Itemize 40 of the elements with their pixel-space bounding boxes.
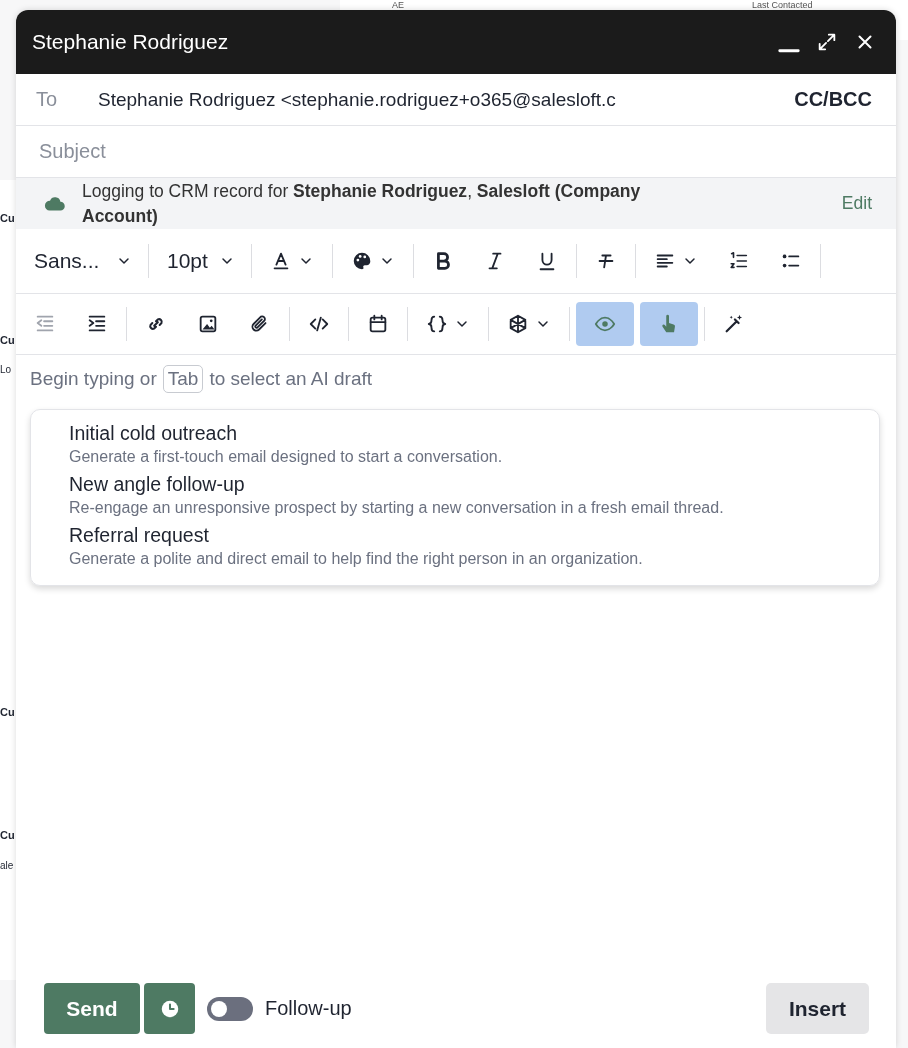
eye-toggle[interactable]	[576, 302, 634, 346]
list-text: Cu	[0, 334, 15, 346]
insert-button[interactable]: Insert	[766, 983, 869, 1034]
crm-notice: Logging to CRM record for Stephanie Rodriguez, Salesloft (Company Account)	[82, 179, 642, 228]
image-icon	[197, 313, 219, 335]
cube-icon	[507, 313, 529, 335]
expand-icon	[816, 31, 838, 53]
send-button[interactable]: Send	[44, 983, 140, 1034]
column-header: Last Contacted	[752, 0, 813, 10]
field-label: To	[36, 88, 59, 111]
cc-bcc-link[interactable]: CC/BCC	[794, 88, 872, 111]
prompt-text: to select an AI draft	[209, 368, 373, 390]
list-text: Cu	[0, 706, 15, 718]
size-dropdown[interactable]: 10pt	[155, 243, 245, 279]
draft-description: Generate a first-touch email designed to start a conversation.	[69, 448, 504, 466]
wand-icon	[723, 313, 745, 335]
draft-description: Re-engage an unresponsive prospect by starting a new conversation in a fresh email thread.	[69, 499, 725, 517]
draft-option[interactable]: Initial cold outreach	[69, 422, 879, 445]
pointer-toggle[interactable]	[640, 302, 698, 346]
list-text: Cu	[0, 829, 15, 841]
follow-up-switch[interactable]	[207, 996, 253, 1021]
switch-label: Follow-up	[265, 997, 352, 1020]
window-title: Stephanie Rodriguez	[32, 30, 230, 54]
font-dropdown[interactable]: Sans...	[22, 243, 142, 279]
list-text: Lo	[0, 364, 12, 375]
schedule-button[interactable]	[144, 983, 195, 1034]
minimize-icon	[778, 49, 800, 53]
palette-icon	[351, 250, 373, 272]
braces-icon	[426, 313, 448, 335]
draft-option[interactable]: New angle follow-up	[69, 473, 879, 496]
list-text: ale	[0, 860, 14, 871]
edit-link[interactable]: Edit	[841, 193, 872, 214]
list-text: Cu	[0, 212, 15, 224]
prompt-text: Begin typing or	[30, 368, 157, 390]
draft-option[interactable]: Referral request	[69, 524, 879, 547]
recipient-field[interactable]: Stephanie Rodriguez <stephanie.rodriguez+o365@salesloft.c	[98, 88, 795, 111]
calendar-icon	[367, 313, 389, 335]
tab-key: Tab	[162, 365, 204, 393]
draft-description: Generate a polite and direct email to help find the right person in an organization.	[69, 550, 644, 568]
column-header: AE	[392, 0, 404, 10]
